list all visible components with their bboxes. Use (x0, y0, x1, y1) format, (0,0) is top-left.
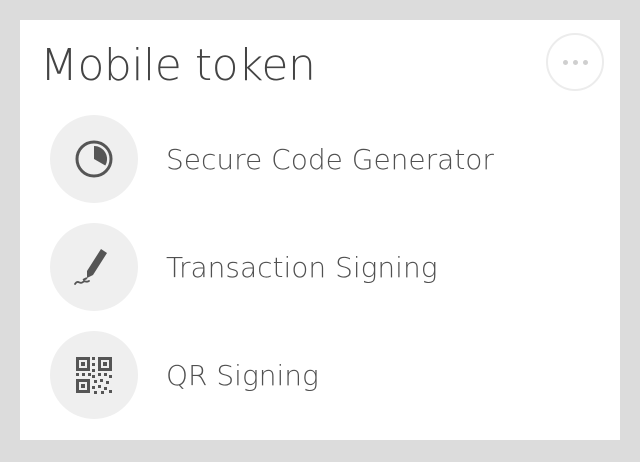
qr-code-icon (50, 331, 138, 419)
card-title: Mobile token (40, 40, 316, 91)
menu-item-label: Secure Code Generator (166, 142, 494, 176)
menu-item-transaction-signing[interactable]: Transaction Signing (50, 223, 590, 311)
timer-icon (50, 115, 138, 203)
menu-item-qr-signing[interactable]: QR Signing (50, 331, 590, 419)
menu-item-label: Transaction Signing (166, 250, 438, 284)
mobile-token-card: Mobile token Secure Code Generator Trans… (20, 20, 620, 440)
more-options-button[interactable] (546, 33, 604, 91)
menu-item-secure-code-generator[interactable]: Secure Code Generator (50, 115, 590, 203)
more-horizontal-icon (548, 35, 602, 89)
menu-item-label: QR Signing (166, 358, 319, 392)
pen-signature-icon (50, 223, 138, 311)
